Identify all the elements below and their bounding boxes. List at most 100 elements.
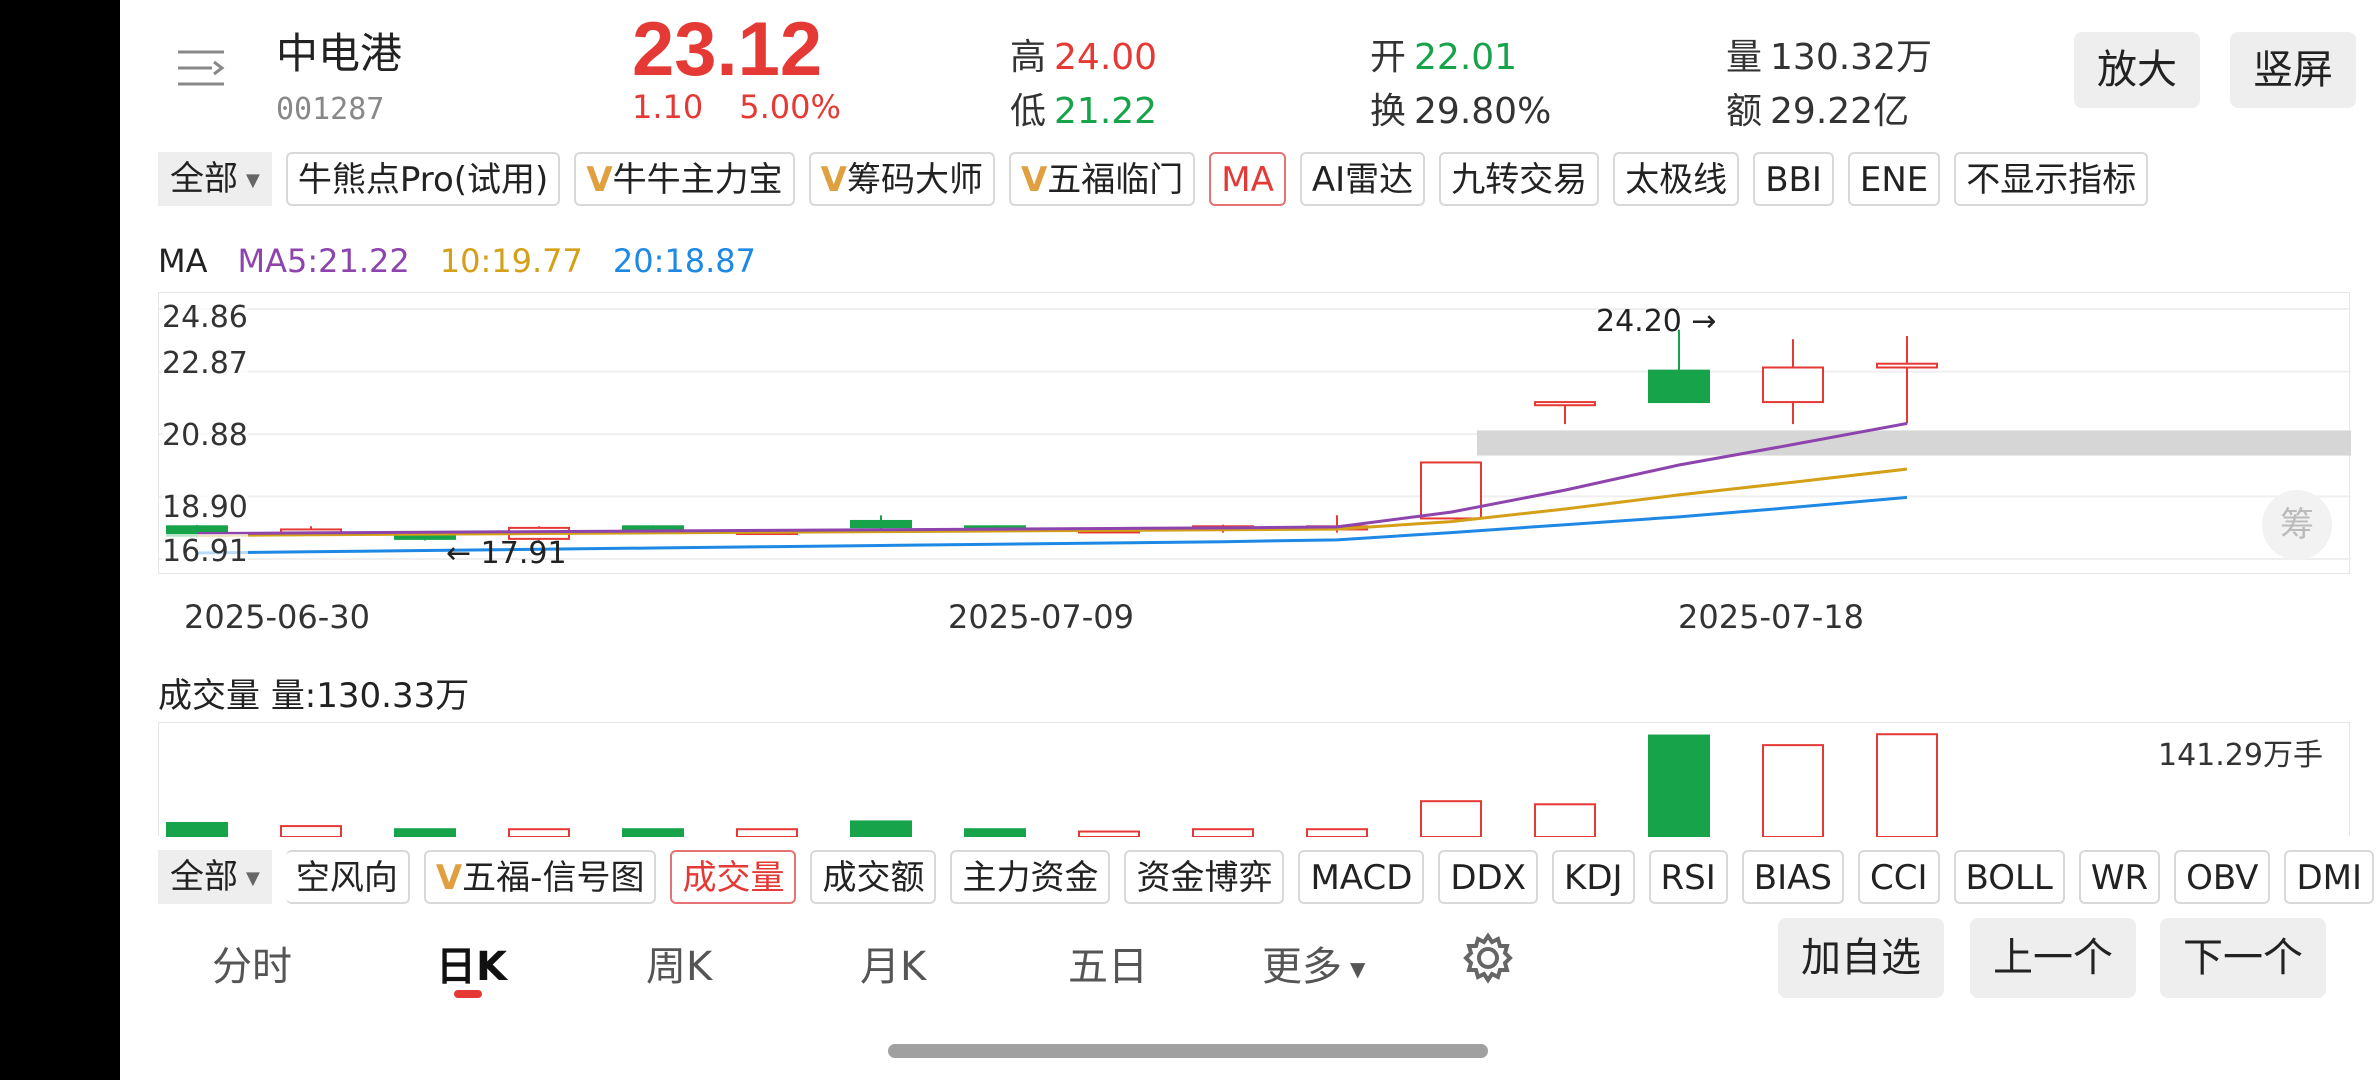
turnover-quote: 换 29.80% <box>1370 82 1551 134</box>
v-badge-icon: V <box>435 858 463 898</box>
zoom-button[interactable]: 放大 <box>2074 32 2200 108</box>
tab-monthly-k[interactable]: 月K <box>860 934 926 992</box>
previous-stock-button[interactable]: 上一个 <box>1970 918 2136 998</box>
y-tick-label: 16.91 <box>162 534 248 569</box>
volume-value: 量:130.33万 <box>270 676 470 716</box>
tab-niuniu-zhulibao[interactable]: V牛牛主力宝 <box>574 152 795 206</box>
volume-bar <box>850 820 912 839</box>
tab-label: DMI <box>2296 858 2362 898</box>
indicator-tabs: 全部 ▼ 牛熊点Pro(试用) V牛牛主力宝 V筹码大师 V五福临门 MA AI雷… <box>158 152 2149 206</box>
volume-bar <box>1534 803 1596 838</box>
volume-bar <box>1762 744 1824 838</box>
tab-kongfengxiang[interactable]: 空风向 <box>285 850 410 904</box>
tab-dmi[interactable]: DMI <box>2284 850 2374 904</box>
tab-more[interactable]: 更多 ▼ <box>1262 934 1365 992</box>
tab-volume[interactable]: 成交量 <box>670 850 797 904</box>
tab-niuxiongdian[interactable]: 牛熊点Pro(试用) <box>285 152 561 206</box>
indicator-dropdown[interactable]: 全部 ▼ <box>158 152 272 206</box>
tab-label: 太极线 <box>1625 160 1728 200</box>
tab-amount[interactable]: 成交额 <box>810 850 937 904</box>
volume-bar <box>1078 830 1140 839</box>
x-tick-label: 2025-06-30 <box>184 598 370 636</box>
add-watchlist-button[interactable]: 加自选 <box>1778 918 1944 998</box>
volume-bar <box>508 828 570 838</box>
tab-ene[interactable]: ENE <box>1847 152 1941 206</box>
amount-quote: 额 29.22亿 <box>1726 82 1909 134</box>
tab-label: 不显示指标 <box>1966 160 2137 200</box>
kline-chart[interactable] <box>158 292 2351 574</box>
tab-label: 九转交易 <box>1451 160 1588 200</box>
tab-rsi[interactable]: RSI <box>1648 850 1728 904</box>
candle-body <box>1648 369 1710 404</box>
portrait-button[interactable]: 竖屏 <box>2230 32 2356 108</box>
volume-bar <box>1420 800 1482 838</box>
current-price: 23.12 <box>632 7 823 92</box>
x-tick-label: 2025-07-09 <box>948 598 1134 636</box>
tab-five-day[interactable]: 五日 <box>1068 934 1148 992</box>
tab-label: BBI <box>1765 160 1822 200</box>
volume-bar <box>280 825 342 839</box>
tab-main-funds[interactable]: 主力资金 <box>950 850 1111 904</box>
chip-distribution-button[interactable]: 筹 <box>2262 490 2332 560</box>
tab-ddx[interactable]: DDX <box>1438 850 1539 904</box>
tab-wufu-linmen[interactable]: V五福临门 <box>1008 152 1196 206</box>
tab-label: ENE <box>1859 160 1929 200</box>
tab-chouma-dashi[interactable]: V筹码大师 <box>808 152 995 206</box>
tab-label: 成交量 <box>682 858 785 898</box>
tab-fund-game[interactable]: 资金博弈 <box>1124 850 1285 904</box>
home-indicator[interactable] <box>888 1044 1488 1058</box>
candle-body <box>850 519 912 529</box>
menu-icon[interactable] <box>176 48 226 88</box>
tab-label: 主力资金 <box>962 858 1099 898</box>
y-tick-label: 24.86 <box>162 300 248 335</box>
tab-ai-radar[interactable]: AI雷达 <box>1299 152 1426 206</box>
tab-wr[interactable]: WR <box>2078 850 2161 904</box>
tab-ma[interactable]: MA <box>1209 152 1286 206</box>
tab-label: MACD <box>1310 858 1413 898</box>
volume-chart[interactable] <box>158 722 2350 839</box>
price-change: 1.10 5.00% <box>632 88 877 126</box>
candle-body <box>1534 401 1596 407</box>
next-stock-button[interactable]: 下一个 <box>2160 918 2326 998</box>
app-screen: 中电港 001287 23.12 1.10 5.00% 高 24.00 低 21.22… <box>120 0 2376 1080</box>
tab-intraday[interactable]: 分时 <box>212 934 292 992</box>
turnover-label: 换 <box>1370 91 1407 132</box>
tab-boll[interactable]: BOLL <box>1953 850 2065 904</box>
volume-value: 130.32万 <box>1770 37 1932 78</box>
settings-gear-icon[interactable] <box>1460 930 1516 990</box>
sub-indicator-dropdown[interactable]: 全部 ▼ <box>158 850 272 904</box>
tab-obv[interactable]: OBV <box>2174 850 2271 904</box>
tab-cci[interactable]: CCI <box>1857 850 1940 904</box>
x-tick-label: 2025-07-18 <box>1678 598 1864 636</box>
volume-section-title: 成交量 量:130.33万 <box>158 668 469 717</box>
tab-label: 五福临门 <box>1047 160 1184 200</box>
tab-wufu-xinhao[interactable]: V五福-信号图 <box>423 850 657 904</box>
tab-bbi[interactable]: BBI <box>1753 152 1834 206</box>
open-value: 22.01 <box>1414 37 1518 78</box>
volume-bar <box>736 828 798 838</box>
stock-code: 001287 <box>276 92 385 127</box>
ma10-line <box>196 467 1908 537</box>
tab-label: CCI <box>1869 858 1928 898</box>
turnover-value: 29.80% <box>1414 91 1552 132</box>
tab-bias[interactable]: BIAS <box>1741 850 1844 904</box>
tab-label: AI雷达 <box>1311 160 1414 200</box>
tab-label: 资金博弈 <box>1136 858 1273 898</box>
volume-bar <box>1306 828 1368 838</box>
tab-jiuzhuan[interactable]: 九转交易 <box>1439 152 1600 206</box>
candle-body <box>1420 461 1482 520</box>
tab-weekly-k[interactable]: 周K <box>646 934 712 992</box>
tab-label: 成交额 <box>822 858 925 898</box>
low-quote: 低 21.22 <box>1010 82 1157 134</box>
tab-taiji[interactable]: 太极线 <box>1613 152 1740 206</box>
candle-body <box>1762 366 1824 404</box>
change-value: 1.10 <box>632 88 704 126</box>
tab-daily-k[interactable]: 日K <box>436 934 507 992</box>
tab-kdj[interactable]: KDJ <box>1552 850 1635 904</box>
tab-label: OBV <box>2186 858 2259 898</box>
low-value: 21.22 <box>1054 91 1158 132</box>
more-label: 更多 <box>1262 944 1342 990</box>
tab-macd[interactable]: MACD <box>1298 850 1425 904</box>
tab-hide-indicator[interactable]: 不显示指标 <box>1954 152 2149 206</box>
active-tab-indicator <box>454 990 482 998</box>
